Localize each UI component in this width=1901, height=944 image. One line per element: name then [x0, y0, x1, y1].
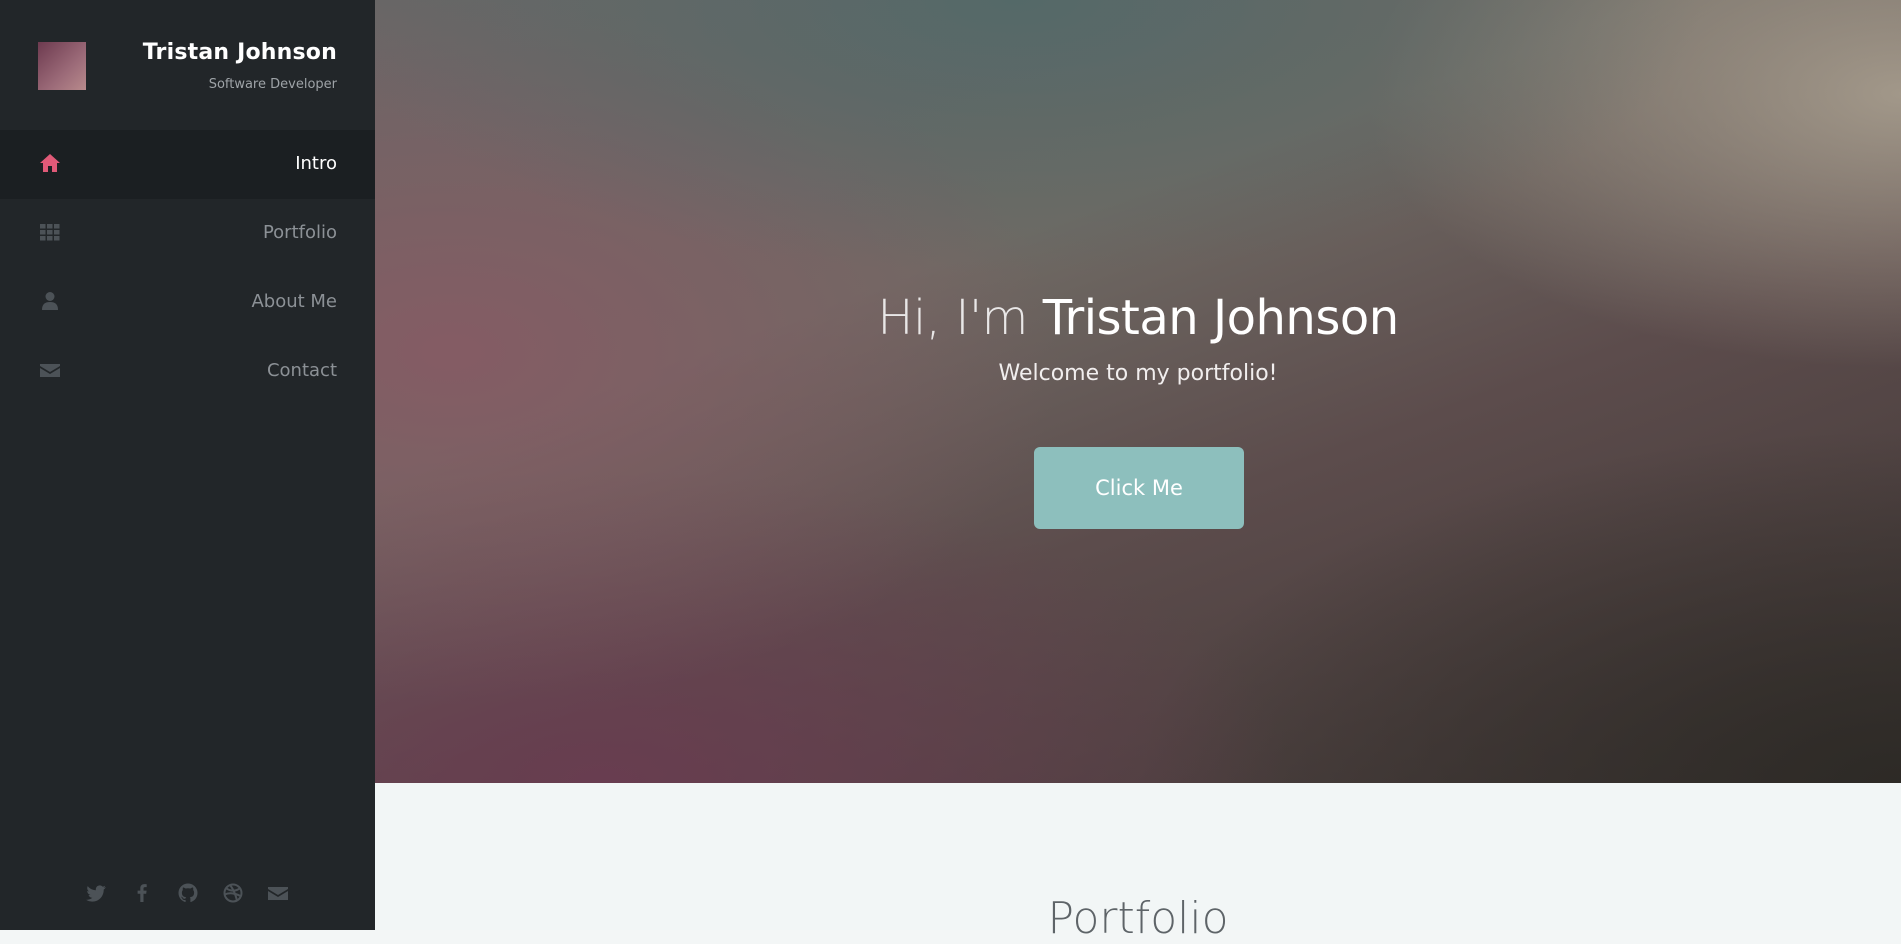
profile-role: Software Developer	[208, 77, 337, 92]
envelope-icon	[39, 359, 61, 381]
sidebar: Tristan Johnson Software Developer Intro…	[0, 0, 375, 930]
hero-title-name: Tristan Johnson	[1042, 290, 1399, 347]
twitter-icon[interactable]	[86, 882, 108, 904]
hero-subtitle: Welcome to my portfolio!	[998, 361, 1278, 386]
portfolio-title: Portfolio	[1047, 893, 1229, 944]
nav-label: Contact	[266, 360, 337, 381]
hero-title: Hi, I'm Tristan Johnson	[375, 290, 1901, 346]
nav-item-about-me[interactable]: About Me	[0, 268, 375, 337]
home-icon	[39, 152, 61, 174]
portfolio-section: Portfolio	[375, 783, 1901, 944]
nav-item-contact[interactable]: Contact	[0, 337, 375, 406]
profile-name: Tristan Johnson	[142, 40, 337, 65]
nav-label: Portfolio	[262, 222, 337, 243]
grid-icon	[39, 221, 61, 243]
avatar[interactable]	[38, 42, 86, 90]
user-icon	[39, 290, 61, 312]
profile-header: Tristan Johnson Software Developer	[0, 0, 375, 130]
intro-hero: Hi, I'm Tristan Johnson Welcome to my po…	[375, 0, 1901, 783]
hero-title-prefix: Hi, I'm	[877, 290, 1043, 347]
dribbble-icon[interactable]	[222, 882, 244, 904]
nav-item-portfolio[interactable]: Portfolio	[0, 199, 375, 268]
nav-label: About Me	[251, 291, 337, 312]
nav-label: Intro	[295, 153, 337, 174]
sidebar-nav: Intro Portfolio About Me Contact	[0, 130, 375, 406]
click-me-button[interactable]: Click Me	[1034, 447, 1244, 529]
social-links	[0, 882, 375, 904]
nav-item-intro[interactable]: Intro	[0, 130, 375, 199]
envelope-icon[interactable]	[267, 882, 289, 904]
facebook-icon[interactable]	[131, 882, 153, 904]
github-icon[interactable]	[177, 882, 199, 904]
